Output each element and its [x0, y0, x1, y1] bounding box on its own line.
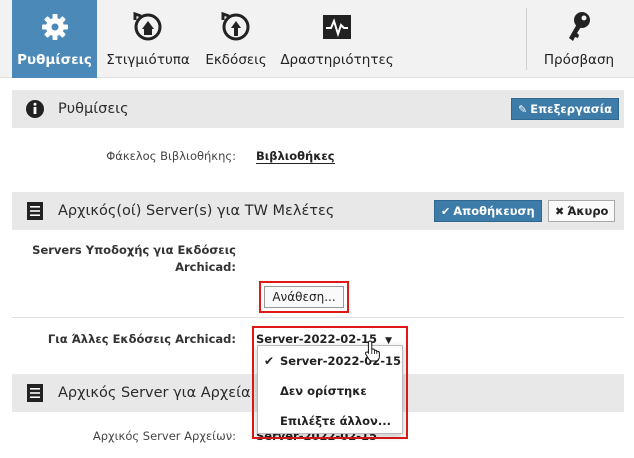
tab-snapshots-label: Στιγμιότυπα	[106, 52, 190, 68]
dropdown-option[interactable]: Δεν ορίστηκε	[258, 378, 402, 404]
top-toolbar: Ρυθμίσεις Στιγμιότυπα Εκδόσεις Δραστηριό…	[0, 0, 634, 78]
dropdown-option-label: Server-2022-02-15	[280, 354, 402, 368]
cancel-button[interactable]: ✖ Άκυρο	[548, 200, 616, 222]
server-icon	[24, 200, 46, 222]
tw-servers-title: Αρχικός(οί) Server(s) για TW Μελέτες	[58, 203, 335, 219]
pencil-icon: ✎	[518, 102, 528, 116]
edit-button-label: Επεξεργασία	[530, 102, 613, 116]
tab-settings[interactable]: Ρυθμίσεις	[12, 0, 97, 78]
server-icon	[24, 382, 46, 404]
dropdown-option[interactable]: Επιλέξτε άλλον...	[258, 408, 402, 434]
file-server-label: Αρχικός Server Αρχείων:	[92, 429, 236, 443]
other-versions-label: Για Άλλες Εκδόσεις Archicad:	[47, 332, 236, 346]
dropdown-option-label: Δεν ορίστηκε	[280, 384, 367, 398]
dropdown-option-label: Επιλέξτε άλλον...	[280, 414, 391, 428]
assign-button[interactable]: Ανάθεση...	[264, 286, 344, 308]
tab-access-label: Πρόσβαση	[543, 52, 615, 68]
versions-icon	[216, 7, 256, 47]
toolbar-divider	[526, 8, 527, 70]
file-server-title: Αρχικός Server για Αρχεία	[58, 385, 251, 401]
tab-settings-label: Ρυθμίσεις	[17, 52, 92, 68]
edit-button[interactable]: ✎ Επεξεργασία	[511, 98, 620, 120]
close-icon: ✖	[555, 204, 565, 218]
save-button[interactable]: ✔ Αποθήκευση	[434, 200, 542, 222]
tab-versions-label: Εκδόσεις	[205, 52, 267, 68]
hosting-servers-label: Servers Υποδοχής για Εκδόσεις	[32, 243, 236, 257]
library-folder-label: Φάκελος Βιβλιοθήκης:	[106, 149, 236, 163]
tab-activities-label: Δραστηριότητες	[280, 52, 394, 68]
tab-activities[interactable]: Δραστηριότητες	[276, 0, 398, 78]
check-icon: ✔	[263, 354, 275, 368]
row-divider	[12, 317, 624, 318]
save-button-label: Αποθήκευση	[453, 204, 535, 218]
cancel-button-label: Άκυρο	[567, 204, 609, 218]
info-icon	[24, 98, 46, 120]
hosting-servers-label-line2: Archicad:	[175, 260, 236, 274]
activity-icon	[317, 7, 357, 47]
gear-icon	[35, 7, 75, 47]
tab-access[interactable]: Πρόσβαση	[536, 0, 622, 78]
library-folder-value[interactable]: Βιβλιοθήκες	[256, 149, 335, 164]
snapshot-icon	[128, 7, 168, 47]
tab-snapshots[interactable]: Στιγμιότυπα	[100, 0, 196, 78]
settings-title: Ρυθμίσεις	[58, 101, 129, 117]
key-icon	[559, 7, 599, 47]
tab-versions[interactable]: Εκδόσεις	[200, 0, 272, 78]
hand-cursor-icon	[364, 340, 382, 366]
check-icon: ✔	[441, 204, 451, 218]
